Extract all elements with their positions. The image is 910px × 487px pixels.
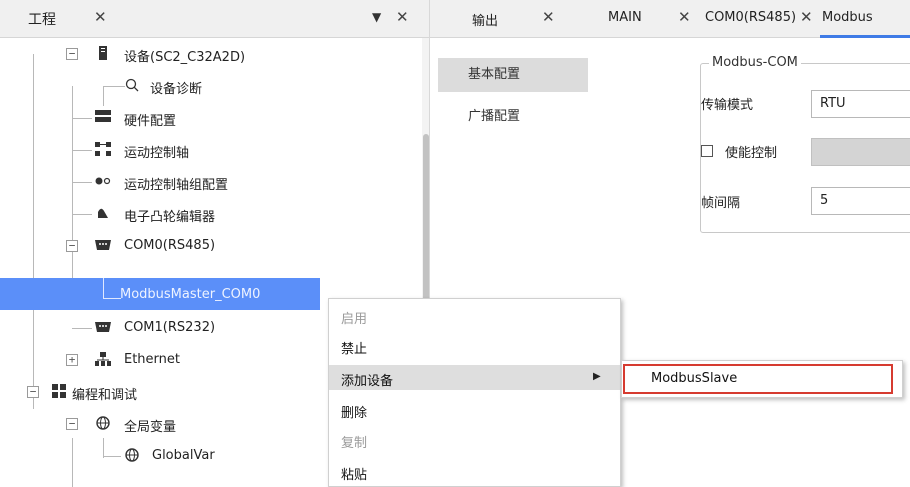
- programming-icon: [51, 384, 67, 400]
- menu-item-label: 启用: [341, 312, 368, 327]
- menu-item-paste[interactable]: 粘贴: [329, 459, 620, 484]
- tab-main[interactable]: MAIN: [608, 10, 642, 25]
- menu-item-delete[interactable]: 删除: [329, 397, 620, 422]
- network-icon: [95, 352, 111, 368]
- add-device-submenu: ModbusSlave: [621, 360, 903, 398]
- tree-guide-line: [103, 298, 121, 299]
- collapse-icon[interactable]: −: [66, 240, 78, 252]
- tree-item-label: 电子凸轮编辑器: [124, 210, 216, 225]
- tree-item-label: COM0(RS485): [124, 238, 216, 253]
- menu-item-label: 添加设备: [341, 374, 394, 389]
- modbus-com-group: Modbus-COM 传输模式 RTU 使能控制 帧间隔 5: [700, 55, 910, 233]
- menu-item-add-device[interactable]: 添加设备 ▶: [329, 365, 620, 390]
- collapse-icon[interactable]: −: [66, 418, 78, 430]
- serial-port-icon: [95, 320, 111, 336]
- tree-item-modbus-master[interactable]: ModbusMaster_COM0: [0, 278, 320, 310]
- panel-menu-dropdown-icon[interactable]: ▼: [372, 10, 381, 24]
- device-icon: [95, 46, 111, 62]
- tab-main-close-icon[interactable]: ✕: [678, 8, 691, 26]
- tree-item-label: 设备诊断: [150, 82, 203, 97]
- enable-control-field: [811, 138, 910, 166]
- search-icon: [124, 78, 140, 94]
- enable-control-label: 使能控制: [725, 146, 778, 161]
- tree-guide-line: [72, 328, 92, 329]
- tab-output-close-icon[interactable]: ✕: [542, 8, 555, 26]
- tree-item-motion-axis-group[interactable]: 运动控制轴组配置: [0, 166, 416, 198]
- submenu-item-label: ModbusSlave: [651, 371, 738, 386]
- hardware-icon: [95, 110, 111, 126]
- serial-port-icon: [95, 238, 111, 254]
- tree-item-label: 编程和调试: [72, 388, 138, 403]
- nav-item-basic-config[interactable]: 基本配置: [438, 58, 588, 92]
- tree-item-label: 运动控制轴: [124, 146, 190, 161]
- tab-modbus[interactable]: Modbus: [822, 10, 873, 25]
- tree-item-device-diagnosis[interactable]: 设备诊断: [0, 70, 416, 102]
- menu-item-label: 粘贴: [341, 468, 368, 483]
- menu-item-enable[interactable]: 启用: [329, 303, 620, 328]
- tab-com0-close-icon[interactable]: ✕: [800, 8, 813, 26]
- tree-guide-line: [72, 118, 92, 119]
- menu-item-disable[interactable]: 禁止: [329, 333, 620, 358]
- group-title: Modbus-COM: [709, 55, 801, 70]
- tree-guide-line: [72, 150, 92, 151]
- menu-item-label: 禁止: [341, 342, 368, 357]
- nav-item-broadcast-config[interactable]: 广播配置: [438, 100, 588, 134]
- tree-item-com0[interactable]: − COM0(RS485): [0, 230, 416, 262]
- tree-guide-line: [72, 182, 92, 183]
- tree-item-label: Ethernet: [124, 352, 180, 367]
- collapse-icon[interactable]: −: [66, 48, 78, 60]
- tree-item-label: GlobalVar: [152, 448, 215, 463]
- tree-item-motion-axis[interactable]: 运动控制轴: [0, 134, 416, 166]
- collapse-icon[interactable]: −: [27, 386, 39, 398]
- frame-interval-input[interactable]: 5: [811, 187, 910, 215]
- project-panel-tabbar: 工程 ✕ ▼ ✕: [0, 0, 429, 38]
- tree-item-label: 设备(SC2_C32A2D): [124, 50, 246, 65]
- tab-com0[interactable]: COM0(RS485): [705, 10, 796, 25]
- submenu-arrow-icon: ▶: [593, 371, 601, 382]
- menu-item-label: 复制: [341, 436, 368, 451]
- globe-icon: [124, 448, 140, 464]
- tree-item-label: 运动控制轴组配置: [124, 178, 229, 193]
- context-menu: 启用 禁止 添加设备 ▶ 删除 复制 粘贴: [328, 298, 621, 487]
- tree-item-device[interactable]: − 设备(SC2_C32A2D): [0, 38, 416, 70]
- menu-item-copy[interactable]: 复制: [329, 427, 620, 452]
- enable-control-checkbox[interactable]: [701, 145, 713, 157]
- transfer-mode-label: 传输模式: [701, 98, 754, 113]
- tree-item-label: ModbusMaster_COM0: [120, 287, 261, 302]
- axis-icon: [95, 142, 111, 158]
- tree-item-hardware-config[interactable]: 硬件配置: [0, 102, 416, 134]
- tree-item-label: 全局变量: [124, 420, 177, 435]
- tab-project-close-icon[interactable]: ✕: [94, 8, 107, 26]
- frame-interval-label: 帧间隔: [701, 196, 741, 211]
- tree-item-cam-editor[interactable]: 电子凸轮编辑器: [0, 198, 416, 230]
- cam-icon: [95, 206, 111, 222]
- tree-item-label: 硬件配置: [124, 114, 177, 129]
- tree-guide-line: [103, 86, 125, 87]
- axis-group-icon: [95, 174, 111, 190]
- panel-close-icon[interactable]: ✕: [396, 8, 409, 26]
- transfer-mode-select[interactable]: RTU: [811, 90, 910, 118]
- globe-icon: [95, 416, 111, 432]
- tree-guide-line: [72, 214, 92, 215]
- editor-tabbar: 输出 ✕ MAIN ✕ COM0(RS485) ✕ Modbus: [430, 0, 910, 38]
- config-nav: 基本配置 广播配置: [438, 58, 588, 142]
- tab-project[interactable]: 工程: [28, 9, 56, 29]
- tree-guide-line: [103, 278, 104, 298]
- tree-guide-line: [103, 456, 121, 457]
- tree-item-label: COM1(RS232): [124, 320, 216, 335]
- submenu-item-modbus-slave[interactable]: ModbusSlave: [623, 364, 893, 394]
- menu-item-label: 删除: [341, 406, 368, 421]
- expand-icon[interactable]: +: [66, 354, 78, 366]
- tab-output[interactable]: 输出: [472, 10, 498, 29]
